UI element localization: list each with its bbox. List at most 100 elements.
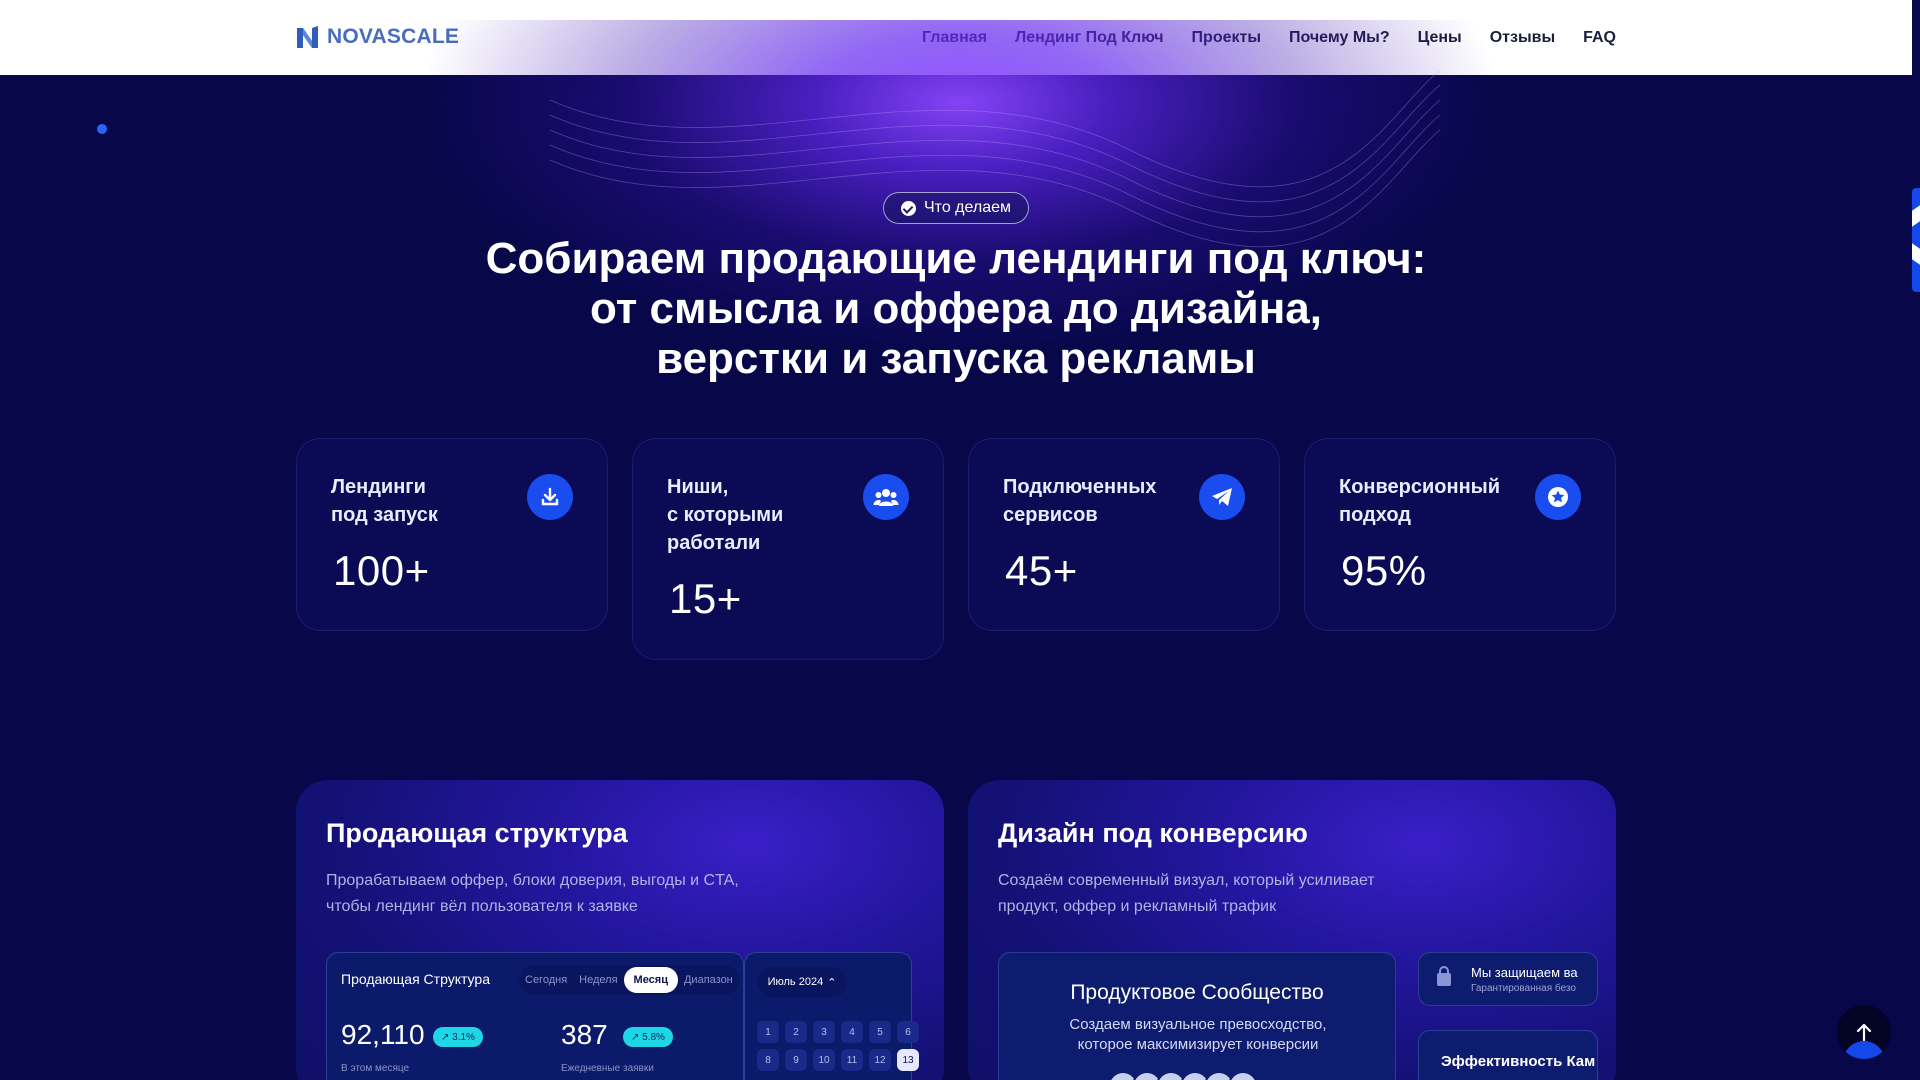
calendar-day[interactable]: 11 — [841, 1049, 863, 1071]
efficiency-card: Эффективность Кам — [1418, 1030, 1598, 1080]
stat-label-line: Подключенных — [1003, 476, 1157, 498]
period-selector: Сегодня Неделя Месяц Диапазон — [519, 965, 739, 995]
calendar-day[interactable]: 10 — [813, 1049, 835, 1071]
feature-description: Создаём современный визуал, который усил… — [998, 868, 1478, 920]
calendar-day[interactable]: 12 — [869, 1049, 891, 1071]
stat-value: 100+ — [333, 547, 430, 594]
stat-label-line: Лендинги — [331, 476, 426, 498]
dashboard-title: Продающая Структура — [341, 971, 490, 987]
hero-title-line: от смысла и оффера до дизайна, — [590, 284, 1322, 333]
logo-icon — [297, 26, 318, 48]
nav-item-home[interactable]: Главная — [922, 29, 987, 47]
calendar-day[interactable]: 3 — [813, 1021, 835, 1043]
stat-label-line: подход — [1339, 504, 1412, 526]
telegram-icon — [1199, 474, 1245, 520]
stat-value: 95% — [1341, 547, 1427, 594]
stat-label-line: под запуск — [331, 504, 438, 526]
stat-label-line: сервисов — [1003, 504, 1098, 526]
dashboard-preview: Продающая Структура Сегодня Неделя Месяц… — [326, 952, 744, 1080]
community-title: Продуктовое Сообщество — [1070, 981, 1324, 1004]
hero-title-line: верстки и запуска рекламы — [656, 334, 1256, 383]
star-icon — [1535, 474, 1581, 520]
calendar-day[interactable]: 5 — [869, 1021, 891, 1043]
community-description-line: Создаем визуальное превосходство, — [1069, 1016, 1327, 1033]
calendar-grid: 1 2 3 4 5 6 8 9 10 11 12 13 — [757, 1021, 919, 1071]
calendar-day[interactable]: 4 — [841, 1021, 863, 1043]
hero-title-line: Собираем продающие лендинги под ключ: — [485, 234, 1427, 283]
stat-card-conversion: Конверсионный подход 95% — [1304, 438, 1616, 631]
calendar-day[interactable]: 9 — [785, 1049, 807, 1071]
feature-title: Продающая структура — [326, 818, 628, 848]
calendar-preview: Июль 2024 ⌃ 1 2 3 4 5 6 8 9 10 11 12 13 — [744, 952, 919, 1080]
scrollbar[interactable] — [1912, 0, 1920, 1080]
stat-card-services: Подключенных сервисов 45+ — [968, 438, 1280, 631]
calendar-day-selected[interactable]: 13 — [897, 1049, 919, 1071]
period-today[interactable]: Сегодня — [519, 974, 573, 986]
badge-label: Что делаем — [924, 199, 1011, 216]
check-circle-icon — [901, 200, 916, 216]
community-preview: Продуктовое Сообщество Создаем визуально… — [998, 952, 1396, 1080]
download-icon — [527, 474, 573, 520]
metric-value: 387 — [561, 1019, 608, 1050]
stat-label: Лендинги под запуск — [331, 473, 438, 529]
brand-name: NOVASCALE — [327, 25, 460, 48]
feature-description-line: чтобы лендинг вёл пользователя к заявке — [326, 898, 638, 915]
security-card: Мы защищаем ва Гарантированная безо — [1418, 952, 1598, 1006]
feature-card-structure: Продающая структура Прорабатываем оффер,… — [296, 780, 944, 1080]
efficiency-card-title: Эффективность Кам — [1441, 1053, 1596, 1070]
community-description-line: которое максимизирует конверсии — [1077, 1036, 1319, 1053]
stat-label: Ниши, с которыми работали — [667, 473, 783, 557]
logo[interactable]: NOVASCALE — [295, 24, 459, 50]
nav-item-why-us[interactable]: Почему Мы? — [1289, 29, 1390, 47]
security-card-subtitle: Гарантированная безо — [1471, 983, 1576, 994]
section-badge: Что делаем — [883, 192, 1029, 224]
avatar — [1228, 1071, 1258, 1080]
stat-label-line: с которыми — [667, 504, 784, 526]
stat-label-line: Ниши, — [667, 476, 729, 498]
feature-description-line: Создаём современный визуал, который усил… — [998, 872, 1375, 889]
calendar-day[interactable]: 8 — [757, 1049, 779, 1071]
calendar-day[interactable]: 1 — [757, 1021, 779, 1043]
metric-change-badge: ↗ 3.1% — [433, 1027, 483, 1047]
nav-item-faq[interactable]: FAQ — [1583, 29, 1616, 47]
feature-description: Прорабатываем оффер, блоки доверия, выго… — [326, 868, 806, 920]
stat-label: Конверсионный подход — [1339, 473, 1500, 529]
nav-item-prices[interactable]: Цены — [1418, 29, 1462, 47]
chevron-up-icon: ⌃ — [827, 976, 837, 989]
side-tab[interactable] — [1912, 188, 1920, 292]
calendar-month-selector[interactable]: Июль 2024 ⌃ — [757, 967, 847, 997]
stat-card-landings: Лендинги под запуск 100+ — [296, 438, 608, 631]
feature-card-design: Дизайн под конверсию Создаём современный… — [968, 780, 1616, 1080]
feature-description-line: Прорабатываем оффер, блоки доверия, выго… — [326, 872, 739, 889]
security-card-title: Мы защищаем ва — [1471, 965, 1578, 980]
stat-label-line: работали — [667, 532, 761, 554]
community-description: Создаем визуальное превосходство, которо… — [1039, 1015, 1357, 1055]
stat-card-niches: Ниши, с которыми работали 15+ — [632, 438, 944, 660]
stat-label-line: Конверсионный — [1339, 476, 1501, 498]
users-icon — [863, 474, 909, 520]
metric-caption: Ежедневные заявки — [561, 1063, 654, 1074]
period-range[interactable]: Диапазон — [678, 974, 739, 986]
metric-value: 92,110 — [341, 1019, 425, 1050]
nav-item-reviews[interactable]: Отзывы — [1490, 29, 1555, 47]
nav-item-landing[interactable]: Лендинг Под Ключ — [1015, 29, 1164, 47]
stat-value: 45+ — [1005, 547, 1078, 594]
calendar-month-label: Июль 2024 — [767, 976, 824, 988]
feature-title: Дизайн под конверсию — [998, 818, 1308, 848]
period-month[interactable]: Месяц — [623, 967, 678, 993]
calendar-day[interactable]: 2 — [785, 1021, 807, 1043]
scroll-to-top-button[interactable] — [1837, 1005, 1891, 1059]
period-week[interactable]: Неделя — [573, 974, 623, 986]
stat-value: 15+ — [669, 575, 742, 622]
decorative-dot — [97, 124, 107, 134]
avatar-group — [1108, 1071, 1258, 1080]
arrow-up-icon — [1856, 1023, 1872, 1042]
nav-item-projects[interactable]: Проекты — [1192, 29, 1261, 47]
feature-description-line: продукт, оффер и рекламный трафик — [998, 898, 1277, 915]
calendar-day[interactable]: 6 — [897, 1021, 919, 1043]
hero-title: Собираем продающие лендинги под ключ: от… — [360, 234, 1552, 384]
metric-caption: В этом месяце — [341, 1063, 410, 1074]
lock-icon — [1437, 966, 1451, 986]
metric-change-badge: ↗ 5.8% — [623, 1027, 673, 1047]
stat-label: Подключенных сервисов — [1003, 473, 1156, 529]
